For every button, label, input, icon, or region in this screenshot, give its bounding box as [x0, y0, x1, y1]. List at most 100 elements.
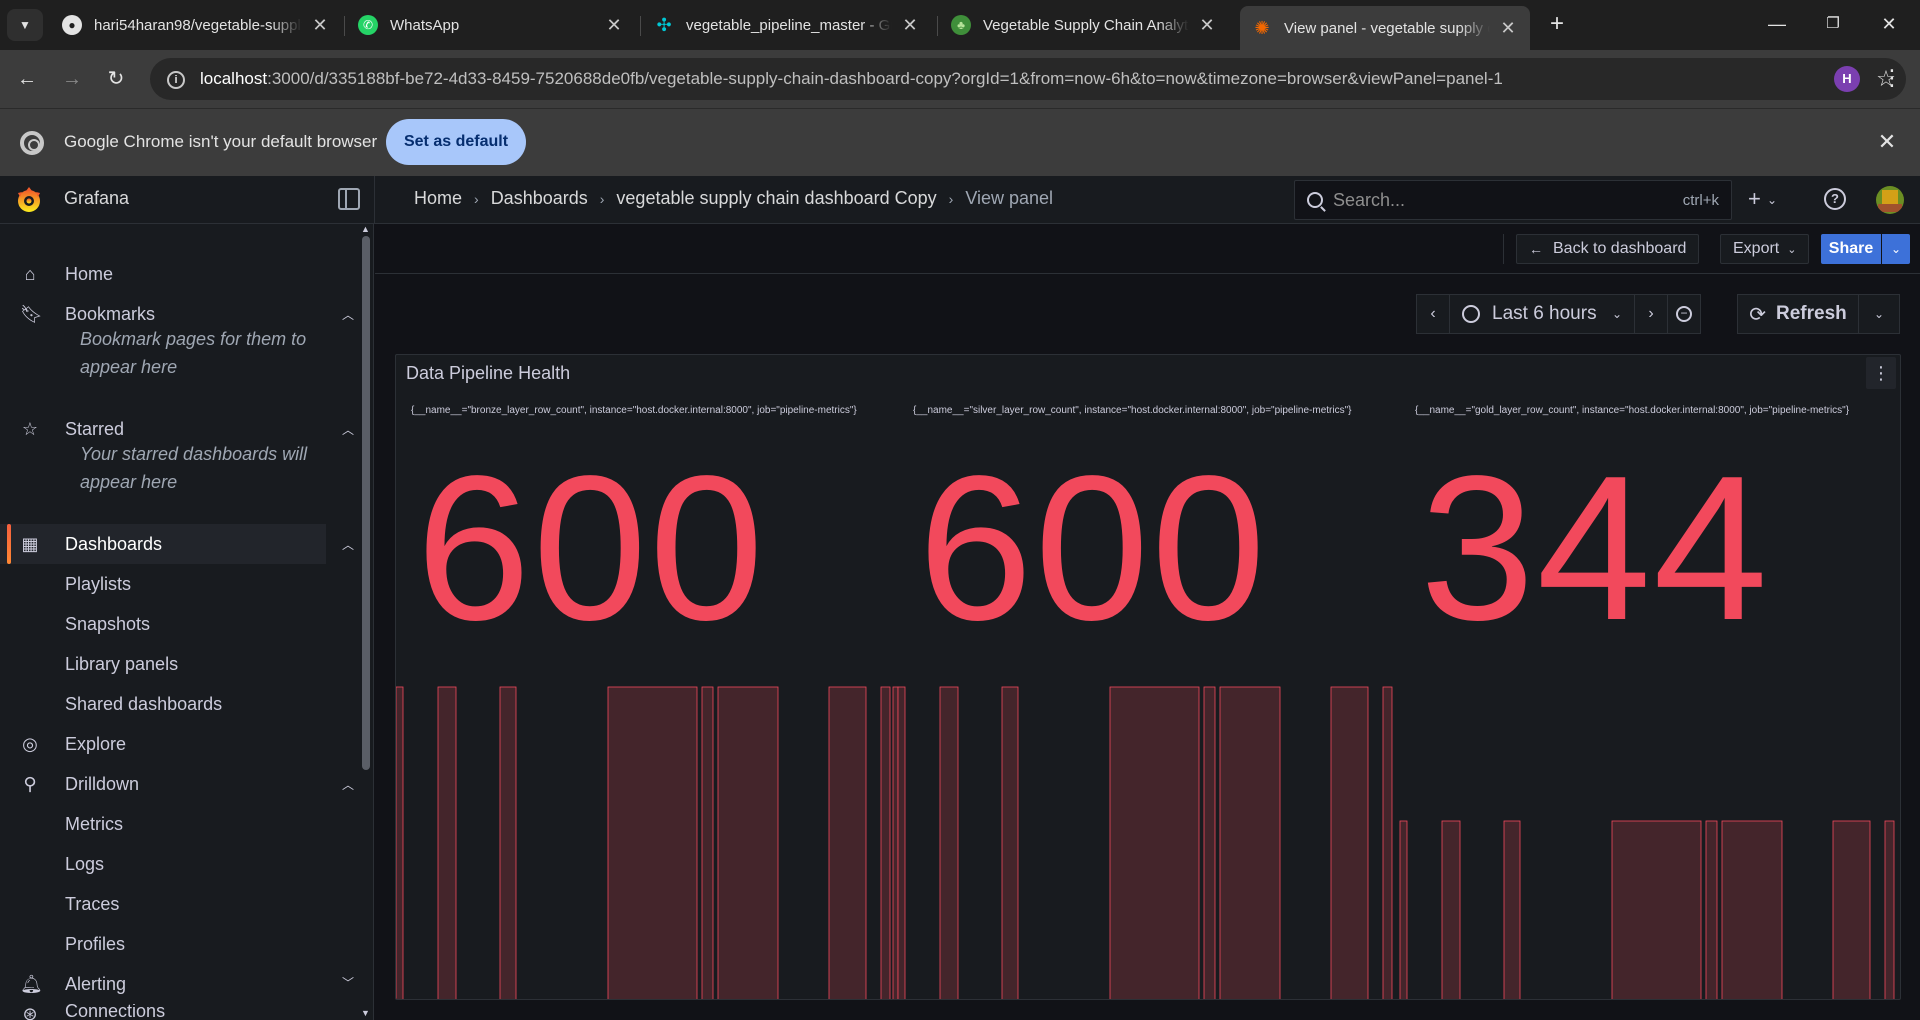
close-tab-icon[interactable]: ✕	[604, 15, 624, 36]
address-bar[interactable]: i localhost:3000/d/335188bf-be72-4d33-84…	[150, 58, 1906, 100]
browser-tab-whatsapp[interactable]: ✆ WhatsApp ✕	[346, 8, 636, 42]
breadcrumb-dashboards[interactable]: Dashboards	[491, 188, 588, 209]
chevron-up-icon[interactable]: ︿	[342, 776, 354, 793]
browser-tab-github[interactable]: ● hari54haran98/vegetable-supply-chain ✕	[50, 8, 342, 42]
stat-label-silver: {__name__="silver_layer_row_count", inst…	[913, 405, 1352, 416]
sparkline-bar	[607, 686, 698, 999]
sparkline-bar	[1399, 820, 1408, 999]
share-button[interactable]: Share	[1821, 234, 1881, 264]
sidebar-item-shared-dashboards[interactable]: Shared dashboards	[0, 684, 326, 724]
sparkline-bar	[1109, 686, 1200, 999]
sidebar-item-playlists[interactable]: Playlists	[0, 564, 326, 604]
sidebar-item-dashboards[interactable]: ▦ Dashboards	[0, 524, 326, 564]
tab-separator	[937, 16, 938, 36]
user-avatar[interactable]	[1876, 186, 1904, 214]
sparkline-bar	[892, 686, 899, 999]
github-icon: ●	[62, 15, 82, 35]
chevron-down-icon[interactable]: ﹀	[342, 974, 354, 991]
sidebar-scrollbar[interactable]	[362, 236, 370, 770]
search-input[interactable]: Search... ctrl+k	[1294, 180, 1732, 220]
arrow-left-icon: ←	[1529, 241, 1543, 257]
dashboard-actions-bar: ← Back to dashboard Export ⌄ Share ⌄	[375, 224, 1920, 274]
zoom-out-button[interactable]: −	[1667, 294, 1701, 334]
grafana-home-link[interactable]: Grafana	[64, 188, 129, 209]
back-to-dashboard-button[interactable]: ← Back to dashboard	[1516, 234, 1699, 264]
chevron-left-icon: ‹	[1430, 305, 1436, 322]
breadcrumb-dashboard[interactable]: vegetable supply chain dashboard Copy	[616, 188, 936, 209]
new-menu-button[interactable]: + ⌄	[1748, 186, 1790, 214]
scroll-up-arrow[interactable]: ▲	[361, 224, 370, 234]
tab-separator	[640, 16, 641, 36]
sidebar-item-profiles[interactable]: Profiles	[0, 924, 326, 964]
breadcrumb: Home › Dashboards › vegetable supply cha…	[414, 188, 1053, 209]
sidebar-item-alerting[interactable]: 🔔︎ Alerting	[0, 964, 326, 1004]
tab-search-button[interactable]: ▼	[7, 9, 43, 41]
panel-menu-icon[interactable]: ⋮	[1866, 357, 1896, 389]
share-dropdown-chevron-icon[interactable]: ⌄	[1882, 234, 1910, 264]
set-as-default-button[interactable]: Set as default	[386, 119, 526, 165]
time-range-picker[interactable]: Last 6 hours ⌄	[1449, 294, 1635, 334]
browser-menu-icon[interactable]: ⋮	[1876, 62, 1908, 94]
chevron-right-icon: ›	[599, 190, 605, 207]
sidebar-item-traces[interactable]: Traces	[0, 884, 326, 924]
url-text[interactable]: localhost:3000/d/335188bf-be72-4d33-8459…	[200, 69, 1866, 89]
sidebar-item-connections[interactable]: ⊛ Connections	[0, 1004, 326, 1020]
close-window-button[interactable]: ✕	[1866, 8, 1912, 40]
reload-icon[interactable]: ↻	[100, 63, 132, 95]
minimize-window-button[interactable]: —	[1754, 8, 1800, 40]
tab-separator	[344, 16, 345, 36]
panel-title: Data Pipeline Health	[406, 363, 571, 383]
chevron-up-icon[interactable]: ︿	[342, 306, 354, 323]
forward-arrow-icon[interactable]: →	[56, 63, 88, 95]
dock-menu-icon[interactable]	[338, 188, 360, 210]
profile-avatar[interactable]: H	[1834, 66, 1860, 92]
search-placeholder: Search...	[1333, 189, 1406, 210]
back-arrow-icon[interactable]: ←	[11, 63, 43, 95]
sidebar-item-snapshots[interactable]: Snapshots	[0, 604, 326, 644]
browser-tab-strip: ▼ ● hari54haran98/vegetable-supply-chain…	[0, 0, 1920, 50]
export-button[interactable]: Export ⌄	[1720, 234, 1809, 264]
sidebar-item-metrics[interactable]: Metrics	[0, 804, 326, 844]
infobar-message: Google Chrome isn't your default browser	[64, 132, 378, 151]
clock-icon	[1462, 305, 1480, 323]
sparkline-bar	[828, 686, 867, 999]
help-icon[interactable]: ?	[1824, 188, 1846, 210]
close-tab-icon[interactable]: ✕	[310, 15, 330, 36]
close-tab-icon[interactable]: ✕	[1498, 18, 1518, 39]
main-content: ← Back to dashboard Export ⌄ Share ⌄ ‹ L…	[375, 224, 1920, 1020]
browser-tab-grafana-active[interactable]: ✺ View panel - vegetable supply chain ✕	[1240, 6, 1530, 50]
sidebar-item-home[interactable]: ⌂ Home	[0, 254, 326, 294]
sparkline-bar	[880, 686, 891, 999]
chevron-up-icon[interactable]: ︿	[342, 421, 354, 438]
sparkline-bar	[396, 686, 404, 999]
breadcrumb-home[interactable]: Home	[414, 188, 462, 209]
divider	[374, 176, 375, 224]
browser-tab-airflow[interactable]: ✣ vegetable_pipeline_master - Grid ✕	[642, 8, 932, 42]
chevron-down-icon: ⌄	[1873, 307, 1885, 321]
close-tab-icon[interactable]: ✕	[1197, 15, 1217, 36]
time-shift-forward-button[interactable]: ›	[1634, 294, 1668, 334]
new-tab-button[interactable]: +	[1542, 10, 1572, 40]
time-shift-back-button[interactable]: ‹	[1416, 294, 1450, 334]
site-info-icon[interactable]: i	[156, 70, 196, 89]
nav-sidebar: ⌂ Home 🔖︎ Bookmarks ︿ Bookmark pages for…	[0, 224, 374, 1020]
close-tab-icon[interactable]: ✕	[900, 15, 920, 36]
refresh-button[interactable]: ⟳ Refresh	[1737, 294, 1859, 334]
browser-tab-analytics[interactable]: ♣ Vegetable Supply Chain Analytics ✕	[939, 8, 1229, 42]
chevron-up-icon[interactable]: ︿	[342, 536, 354, 553]
sparkline-bar	[897, 686, 906, 999]
close-infobar-icon[interactable]: ✕	[1872, 127, 1902, 157]
sparkline-bar	[1705, 820, 1718, 999]
sidebar-item-library-panels[interactable]: Library panels	[0, 644, 326, 684]
chevron-down-icon: ⌄	[1787, 243, 1797, 256]
chevron-right-icon: ›	[1648, 305, 1654, 322]
refresh-interval-dropdown[interactable]: ⌄	[1858, 294, 1900, 334]
sidebar-item-drilldown[interactable]: ⚲ Drilldown	[0, 764, 326, 804]
sidebar-item-explore[interactable]: ◎ Explore	[0, 724, 326, 764]
zoom-out-icon: −	[1676, 306, 1692, 322]
restore-window-button[interactable]: ❐	[1810, 8, 1856, 40]
sidebar-item-logs[interactable]: Logs	[0, 844, 326, 884]
scroll-down-arrow[interactable]: ▼	[361, 1008, 370, 1018]
grafana-logo-icon[interactable]	[14, 185, 44, 215]
grafana-icon: ✺	[1254, 17, 1270, 38]
